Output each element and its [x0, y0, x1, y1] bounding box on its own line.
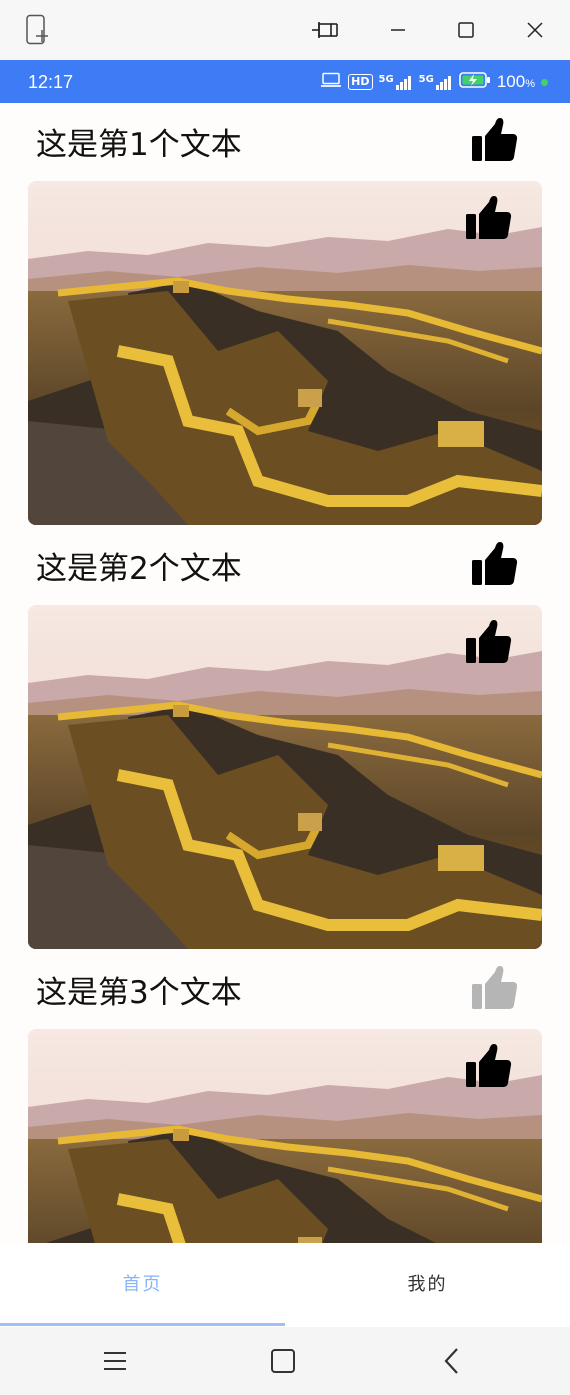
item-title: 这是第3个文本 [36, 975, 242, 1011]
tab-home[interactable]: 首页 [0, 1243, 285, 1323]
maximize-icon[interactable] [454, 18, 478, 42]
content-list[interactable]: 这是第1个文本 这是第2个文本 这是第3个文本 [0, 103, 570, 1243]
status-dot [541, 78, 548, 86]
list-item: 这是第3个文本 [0, 951, 570, 1243]
tab-mine[interactable]: 我的 [285, 1243, 570, 1323]
list-item: 这是第1个文本 [0, 103, 570, 527]
battery-charging-icon [459, 71, 491, 93]
thumbs-up-icon[interactable] [464, 619, 512, 665]
thumbs-up-icon[interactable] [470, 117, 518, 163]
thumbs-up-icon[interactable] [470, 541, 518, 587]
signal-icon: 5G [379, 74, 413, 90]
hd-badge: HD [348, 74, 373, 90]
laptop-icon [320, 72, 342, 92]
network-type-1: 5G [378, 74, 394, 85]
thumbs-up-icon[interactable] [464, 195, 512, 241]
minimize-icon[interactable] [386, 18, 410, 42]
great-wall-image [28, 605, 542, 949]
close-icon[interactable] [523, 18, 547, 42]
battery-value: 100 [496, 72, 526, 91]
tab-indicator [0, 1323, 285, 1326]
home-square-icon[interactable] [267, 1345, 299, 1377]
great-wall-image [28, 1029, 542, 1243]
item-title: 这是第1个文本 [36, 127, 242, 163]
thumbs-up-icon[interactable] [464, 1043, 512, 1089]
status-bar: 12:17 HD 5G 5G 100% [0, 60, 570, 103]
back-icon[interactable] [436, 1345, 468, 1377]
pin-icon[interactable] [310, 18, 340, 42]
battery-unit: % [525, 78, 535, 90]
great-wall-image [28, 181, 542, 525]
list-item: 这是第2个文本 [0, 527, 570, 951]
status-time: 12:17 [28, 72, 74, 92]
signal-icon-2: 5G [419, 74, 453, 90]
thumbs-up-icon[interactable] [470, 965, 518, 1011]
bottom-tab-bar: 首页 我的 [0, 1243, 570, 1327]
battery-percent: 100% [497, 72, 535, 92]
menu-icon[interactable] [99, 1345, 131, 1377]
window-title-bar [0, 0, 570, 60]
network-type-2: 5G [418, 74, 434, 85]
hd-label: HD [351, 75, 370, 88]
new-window-icon[interactable] [22, 14, 52, 46]
system-nav-bar [0, 1327, 570, 1395]
item-title: 这是第2个文本 [36, 551, 242, 587]
